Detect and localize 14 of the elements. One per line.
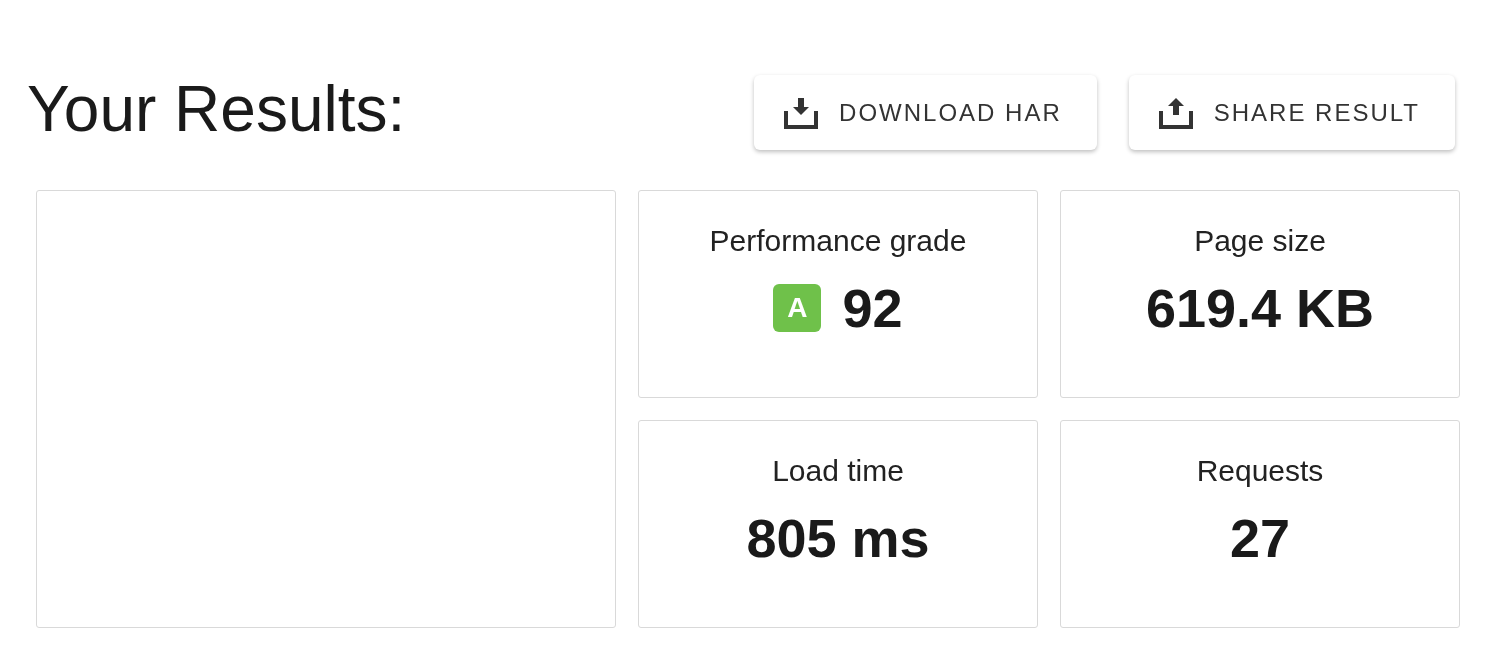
metric-value: 92 xyxy=(842,278,903,338)
metric-label: Requests xyxy=(1196,453,1324,489)
download-icon xyxy=(784,96,819,129)
metric-value: 619.4 KB xyxy=(1145,278,1375,338)
metric-value: 805 ms xyxy=(746,508,930,568)
page-title: Your Results: xyxy=(27,72,406,147)
metric-value: 27 xyxy=(1229,508,1291,568)
metric-label: Performance grade xyxy=(709,223,967,259)
upload-icon xyxy=(1158,96,1193,129)
download-button[interactable]: DOWNLOAD HAR xyxy=(754,75,1097,150)
metric-label: Page size xyxy=(1194,223,1326,259)
share-button[interactable]: SHARE RESULT xyxy=(1128,75,1455,150)
metric-label: Load time xyxy=(772,453,904,489)
grade-badge: A xyxy=(773,284,822,332)
